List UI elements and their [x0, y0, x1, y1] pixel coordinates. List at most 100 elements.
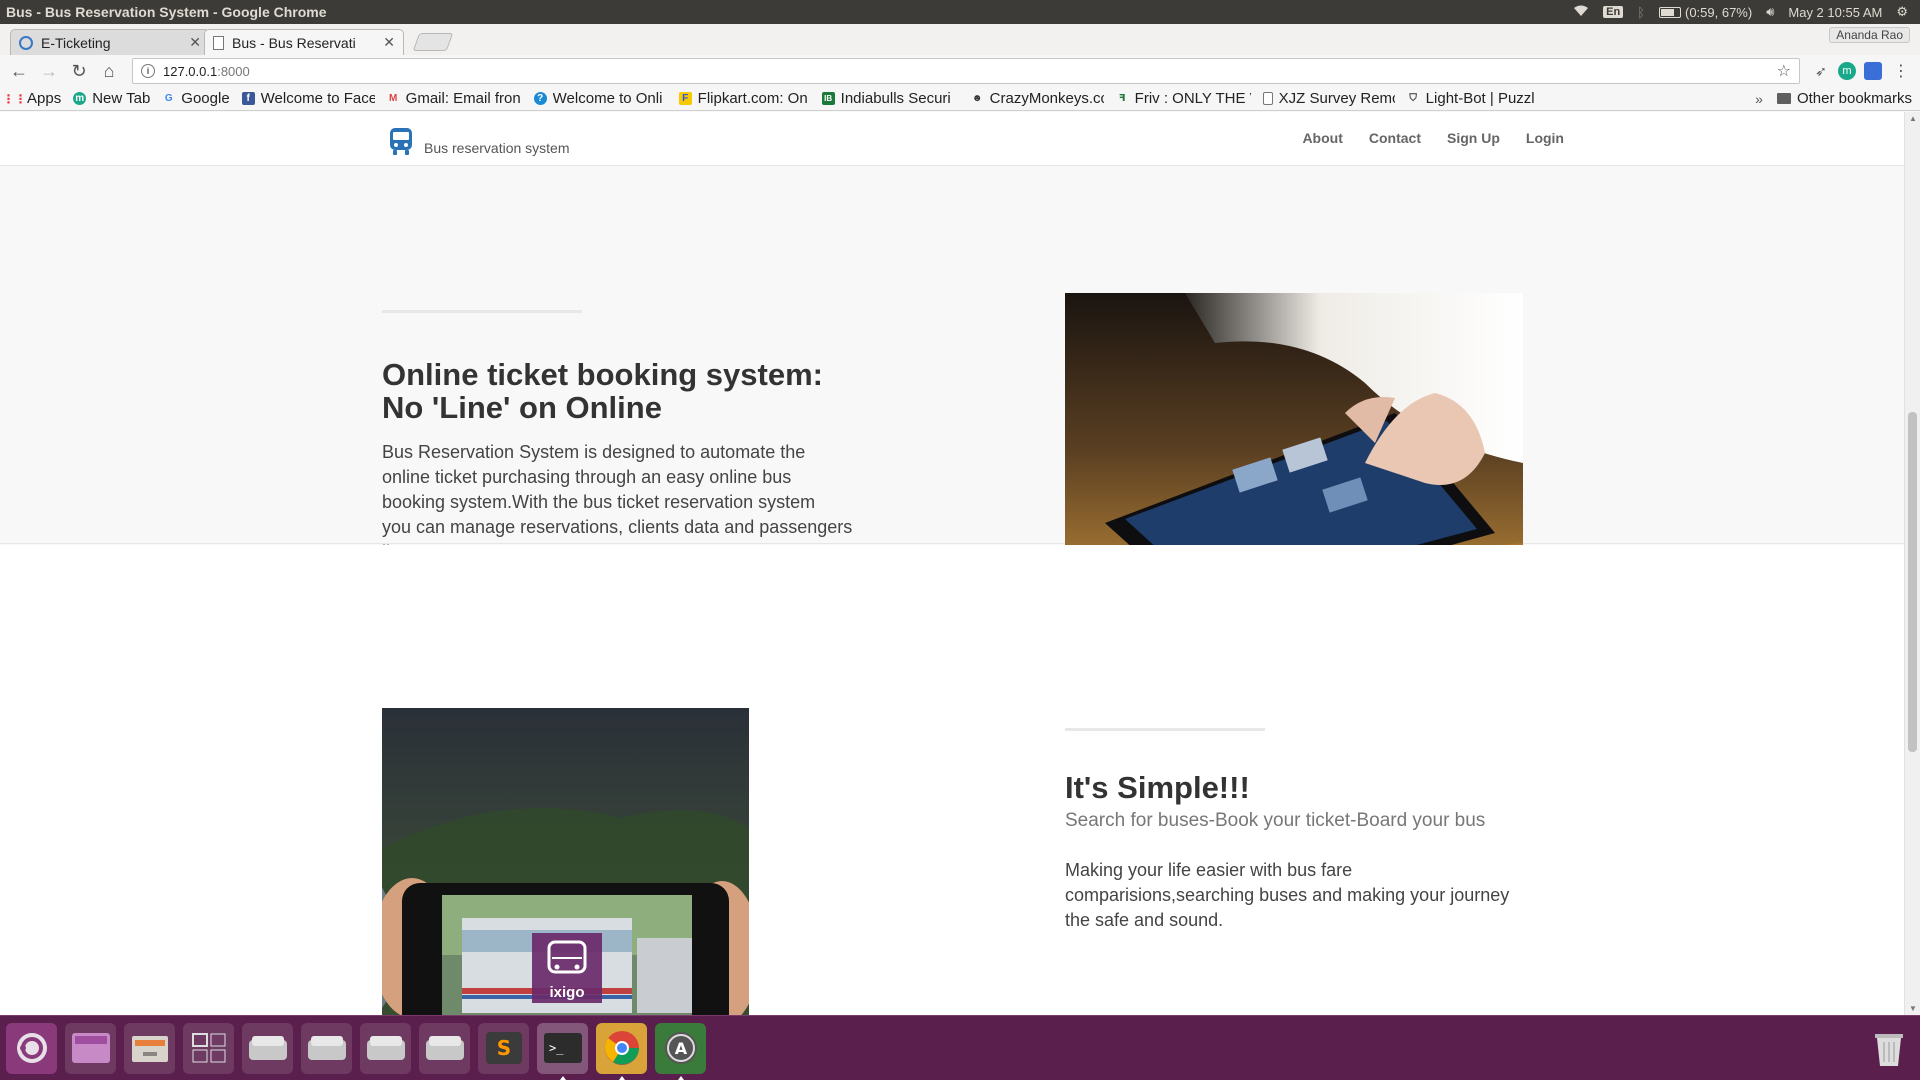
- tab-e-ticketing[interactable]: E-Ticketing ✕: [10, 29, 210, 55]
- nav-login-link[interactable]: Login: [1526, 130, 1564, 146]
- bookmark-facebook[interactable]: f Welcome to Face: [241, 90, 375, 107]
- clock[interactable]: May 2 10:55 AM: [1788, 5, 1882, 20]
- volume-icon[interactable]: 🔊︎: [1766, 4, 1774, 20]
- bookmark-label: Google: [181, 90, 230, 107]
- bookmark-label: Gmail: Email fron: [405, 90, 521, 107]
- new-tab-button[interactable]: [412, 33, 454, 51]
- running-indicator: [677, 1075, 684, 1080]
- reload-icon[interactable]: ↻: [68, 60, 90, 82]
- bookmark-crazymonkeys[interactable]: ☻ CrazyMonkeys.cc: [971, 90, 1104, 107]
- address-bar[interactable]: i 127.0.0.1 :8000 ☆: [132, 58, 1800, 84]
- page-icon: [1262, 92, 1273, 105]
- bookmark-welcome-online[interactable]: ? Welcome to Onli: [533, 90, 667, 107]
- bookmark-flipkart[interactable]: F Flipkart.com: On: [678, 90, 810, 107]
- body-line: Making your life easier with bus fare: [1065, 860, 1353, 880]
- battery-status: (0:59, 67%): [1684, 4, 1753, 20]
- bookmark-label: Light-Bot | Puzzl: [1425, 90, 1535, 107]
- apps-grid-icon: ⋮⋮: [2, 91, 27, 106]
- other-bookmarks-folder[interactable]: Other bookmarks: [1776, 90, 1912, 107]
- body-line: you can manage reservations, clients dat…: [382, 517, 853, 537]
- forward-arrow-icon[interactable]: →: [38, 60, 60, 82]
- browser-tab-strip: E-Ticketing ✕ Bus - Bus Reservati ✕ Anan…: [0, 24, 1920, 55]
- extension-m-icon[interactable]: m: [1838, 62, 1856, 80]
- profile-name[interactable]: Ananda Rao: [1829, 27, 1910, 43]
- bookmark-label: Flipkart.com: On: [697, 90, 808, 107]
- drive-icon[interactable]: [360, 1022, 411, 1074]
- settings-gear-icon[interactable]: ⚙: [1896, 4, 1908, 20]
- ubuntu-launcher: S >_ A: [0, 1015, 1920, 1080]
- bookmark-label: Friv : ONLY THE V: [1134, 90, 1251, 107]
- software-updater-icon[interactable]: A: [655, 1022, 706, 1080]
- bookmark-xjz-survey[interactable]: XJZ Survey Remc: [1262, 90, 1395, 107]
- bookmark-gmail[interactable]: M Gmail: Email fron: [387, 90, 522, 107]
- info-circle-icon: ?: [533, 92, 547, 105]
- drive-icon[interactable]: [419, 1022, 470, 1074]
- nav-signup-link[interactable]: Sign Up: [1447, 130, 1500, 146]
- site-brand[interactable]: Bus reservation system: [388, 126, 570, 161]
- bookmark-indiabulls[interactable]: IB Indiabulls Securi: [821, 90, 959, 107]
- bookmark-light-bot[interactable]: ⛉ Light-Bot | Puzzl: [1407, 90, 1542, 107]
- tab-close-icon[interactable]: ✕: [383, 34, 395, 51]
- drive-icon[interactable]: [301, 1022, 352, 1074]
- tab-close-icon[interactable]: ✕: [189, 34, 201, 51]
- page-favicon-icon: [213, 35, 224, 50]
- feature-section-booking: Online ticket booking system: No 'Line' …: [0, 166, 1904, 607]
- nav-about-link[interactable]: About: [1302, 130, 1342, 146]
- scroll-up-arrow-icon[interactable]: ▲: [1909, 114, 1917, 123]
- drive-icon[interactable]: [242, 1022, 293, 1074]
- bookmark-friv[interactable]: ꟻ Friv : ONLY THE V: [1116, 90, 1251, 107]
- site-info-icon[interactable]: i: [141, 64, 155, 78]
- extension-feather-icon[interactable]: ➶: [1812, 62, 1830, 80]
- keyboard-layout-indicator[interactable]: En: [1603, 6, 1624, 18]
- home-icon[interactable]: ⌂: [98, 60, 120, 82]
- body-line: booking system.With the bus ticket reser…: [382, 492, 816, 512]
- bookmark-label: Welcome to Onli: [552, 90, 663, 107]
- ib-icon: IB: [821, 92, 835, 105]
- trash-icon[interactable]: [1863, 1022, 1914, 1073]
- running-indicator: [618, 1075, 625, 1080]
- bookmark-label: CrazyMonkeys.cc: [989, 90, 1104, 107]
- section-heading: It's Simple!!!: [1065, 770, 1250, 805]
- phone-bus-photo: ixigo: [382, 708, 749, 1015]
- section-heading: Online ticket booking system: No 'Line' …: [382, 358, 823, 424]
- wifi-icon[interactable]: [1573, 5, 1589, 20]
- scrollbar-thumb[interactable]: [1908, 412, 1917, 752]
- bookmark-google[interactable]: G Google: [162, 90, 230, 107]
- bookmark-label: Other bookmarks: [1796, 90, 1912, 107]
- m-circle-icon: m: [73, 92, 87, 105]
- workspace-switcher-icon[interactable]: [65, 1022, 116, 1074]
- bookmark-new-tab[interactable]: m New Tab: [73, 90, 150, 107]
- site-menu: About Contact Sign Up Login: [1302, 130, 1564, 146]
- page-scrollbar[interactable]: ▲ ▼: [1904, 112, 1920, 1015]
- extension-shield-icon[interactable]: [1864, 62, 1882, 80]
- terminal-icon[interactable]: >_: [537, 1022, 588, 1080]
- bluetooth-icon[interactable]: ᛒ: [1637, 5, 1645, 20]
- bookmark-apps[interactable]: ⋮⋮ Apps: [2, 90, 62, 107]
- tab-label: Bus - Bus Reservati: [232, 34, 356, 51]
- bookmark-label: Welcome to Face: [260, 90, 375, 107]
- bookmark-star-icon[interactable]: ☆: [1777, 61, 1791, 81]
- chrome-browser-icon[interactable]: [596, 1022, 647, 1080]
- files-manager-icon[interactable]: [124, 1022, 175, 1074]
- url-host: 127.0.0.1: [163, 63, 218, 79]
- body-line: the safe and sound.: [1065, 910, 1224, 930]
- sublime-text-icon[interactable]: S: [478, 1022, 529, 1074]
- tab-bus-reservation[interactable]: Bus - Bus Reservati ✕: [204, 29, 404, 55]
- body-line: comparisions,searching buses and making …: [1065, 885, 1510, 905]
- battery-indicator[interactable]: (0:59, 67%): [1658, 4, 1753, 20]
- scroll-down-arrow-icon[interactable]: ▼: [1909, 1004, 1917, 1013]
- browser-toolbar: ← → ↻ ⌂ i 127.0.0.1 :8000 ☆ ➶ m ⋮: [0, 55, 1920, 87]
- desktop-screen: Bus - Bus Reservation System - Google Ch…: [0, 0, 1920, 1080]
- body-line: online ticket purchasing through an easy…: [382, 467, 792, 487]
- window-spread-icon[interactable]: [183, 1022, 234, 1074]
- facebook-icon: f: [241, 92, 255, 105]
- back-arrow-icon[interactable]: ←: [8, 60, 30, 82]
- chrome-menu-icon[interactable]: ⋮: [1890, 60, 1912, 82]
- ubuntu-dash-icon[interactable]: [6, 1022, 57, 1074]
- bookmarks-overflow-chevron-icon[interactable]: »: [1755, 91, 1763, 107]
- folder-icon: [1776, 93, 1791, 104]
- section-body: Making your life easier with bus fare co…: [1065, 858, 1525, 933]
- nav-contact-link[interactable]: Contact: [1369, 130, 1421, 146]
- bookmark-label: Indiabulls Securi: [840, 90, 951, 107]
- google-g-icon: G: [164, 93, 173, 104]
